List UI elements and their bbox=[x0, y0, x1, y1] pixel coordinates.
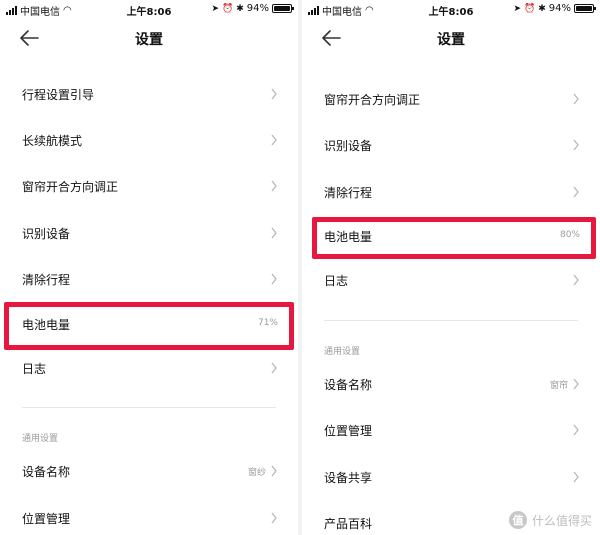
device-name-value: 窗帘 bbox=[549, 381, 568, 391]
section-divider bbox=[324, 320, 578, 321]
bluetooth-icon: ✱ bbox=[538, 3, 546, 14]
row-label: 设备名称 bbox=[324, 378, 373, 392]
watermark-logo: 值 bbox=[508, 511, 527, 529]
chevron-right-icon bbox=[271, 512, 277, 524]
settings-row-location[interactable]: 位置管理 bbox=[0, 496, 298, 535]
left-screen: 中国电信 ◠ 上午8:06 ➤ ⏰ ✱ 94% 设置 行程设置引导 长续航模式 … bbox=[0, 0, 298, 535]
chevron-right-icon bbox=[271, 273, 277, 285]
chevron-right-icon bbox=[573, 424, 579, 436]
settings-row-device-name[interactable]: 设备名称 窗纱 bbox=[0, 449, 298, 495]
row-label: 清除行程 bbox=[22, 273, 71, 287]
row-label: 电池电量 bbox=[22, 318, 71, 332]
watermark: 值 什么值得买 bbox=[508, 511, 592, 529]
row-label: 行程设置引导 bbox=[22, 88, 95, 102]
row-label: 电池电量 bbox=[324, 230, 373, 244]
battery-icon bbox=[574, 4, 596, 13]
settings-row-log[interactable]: 日志 bbox=[302, 258, 600, 304]
row-label: 位置管理 bbox=[22, 512, 71, 526]
battery-percent: 94% bbox=[548, 3, 571, 14]
row-label: 窗帘开合方向调正 bbox=[324, 93, 421, 107]
battery-value: 80% bbox=[559, 230, 580, 240]
settings-row-identify-device[interactable]: 识别设备 bbox=[302, 123, 600, 169]
row-label: 长续航模式 bbox=[22, 134, 83, 148]
page-title: 设置 bbox=[135, 32, 163, 48]
row-label: 日志 bbox=[324, 274, 349, 288]
location-icon: ➤ bbox=[211, 3, 219, 14]
chevron-right-icon bbox=[271, 180, 277, 192]
battery-percent: 94% bbox=[246, 3, 269, 14]
chevron-right-icon bbox=[573, 186, 579, 198]
bluetooth-icon: ✱ bbox=[236, 3, 244, 14]
status-bar: 中国电信 ◠ 上午8:06 ➤ ⏰ ✱ 94% bbox=[302, 0, 600, 18]
chevron-right-icon bbox=[271, 134, 277, 146]
chevron-right-icon bbox=[573, 378, 579, 390]
watermark-text: 什么值得买 bbox=[531, 513, 592, 528]
page-title: 设置 bbox=[437, 32, 465, 48]
alarm-icon: ⏰ bbox=[222, 3, 234, 14]
row-label: 设备名称 bbox=[22, 465, 71, 479]
chevron-right-icon bbox=[271, 88, 277, 100]
location-icon: ➤ bbox=[513, 3, 521, 14]
settings-row-trip-guide[interactable]: 行程设置引导 bbox=[0, 72, 298, 118]
settings-row-battery[interactable]: 电池电量 80% bbox=[302, 214, 600, 260]
settings-row-clear-trip[interactable]: 清除行程 bbox=[302, 170, 600, 216]
row-label: 日志 bbox=[22, 362, 47, 376]
settings-row-battery[interactable]: 电池电量 71% bbox=[0, 302, 298, 348]
chevron-right-icon bbox=[573, 471, 579, 483]
row-label: 清除行程 bbox=[324, 186, 373, 200]
chevron-right-icon bbox=[573, 274, 579, 286]
section-header: 通用设置 bbox=[324, 347, 361, 357]
chevron-right-icon bbox=[573, 139, 579, 151]
chevron-right-icon bbox=[271, 227, 277, 239]
device-name-value: 窗纱 bbox=[247, 468, 266, 478]
settings-row-identify-device[interactable]: 识别设备 bbox=[0, 211, 298, 257]
nav-bar: 设置 bbox=[302, 20, 600, 56]
section-divider bbox=[22, 407, 276, 408]
row-label: 识别设备 bbox=[22, 227, 71, 241]
row-label: 位置管理 bbox=[324, 424, 373, 438]
settings-row-device-name[interactable]: 设备名称 窗帘 bbox=[302, 362, 600, 408]
chevron-right-icon bbox=[271, 362, 277, 374]
settings-row-device-share[interactable]: 设备共享 bbox=[302, 455, 600, 501]
battery-icon bbox=[272, 4, 294, 13]
settings-row-location[interactable]: 位置管理 bbox=[302, 408, 600, 454]
nav-bar: 设置 bbox=[0, 20, 298, 56]
settings-row-clear-trip[interactable]: 清除行程 bbox=[0, 257, 298, 303]
settings-row-long-endurance[interactable]: 长续航模式 bbox=[0, 118, 298, 164]
chevron-right-icon bbox=[271, 465, 277, 477]
chevron-right-icon bbox=[573, 93, 579, 105]
row-label: 产品百科 bbox=[324, 517, 373, 531]
row-label: 设备共享 bbox=[324, 471, 373, 485]
alarm-icon: ⏰ bbox=[524, 3, 536, 14]
settings-row-log[interactable]: 日志 bbox=[0, 346, 298, 392]
battery-value: 71% bbox=[257, 318, 278, 328]
row-label: 识别设备 bbox=[324, 139, 373, 153]
settings-row-curtain-direction[interactable]: 窗帘开合方向调正 bbox=[0, 164, 298, 210]
row-label: 窗帘开合方向调正 bbox=[22, 180, 119, 194]
settings-row-curtain-direction[interactable]: 窗帘开合方向调正 bbox=[302, 77, 600, 123]
section-header: 通用设置 bbox=[22, 434, 59, 444]
right-screen: 中国电信 ◠ 上午8:06 ➤ ⏰ ✱ 94% 设置 窗帘开合方向调正 识别设备… bbox=[302, 0, 600, 535]
status-bar: 中国电信 ◠ 上午8:06 ➤ ⏰ ✱ 94% bbox=[0, 0, 298, 18]
